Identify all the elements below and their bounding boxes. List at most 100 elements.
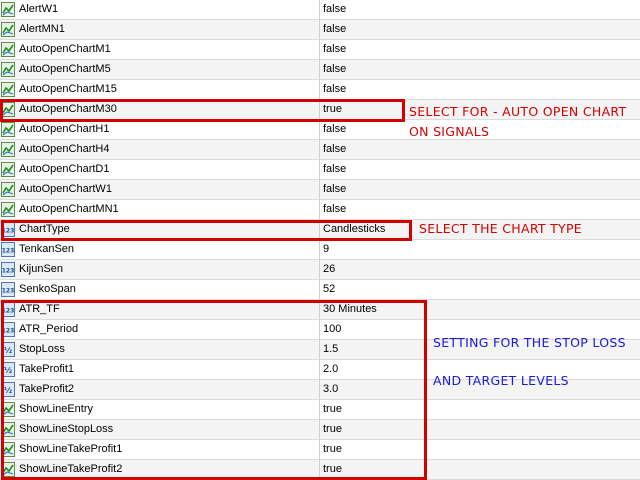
parameter-value[interactable]: 30 Minutes xyxy=(323,303,377,315)
parameter-name: AutoOpenChartW1 xyxy=(19,183,112,195)
parameter-row[interactable]: AutoOpenChartH1 false xyxy=(0,120,640,140)
parameter-value-cell[interactable]: false xyxy=(320,180,640,200)
parameter-name: TakeProfit1 xyxy=(19,363,75,375)
parameter-row[interactable]: 123 SenkoSpan 52 xyxy=(0,280,640,300)
parameter-value-cell[interactable]: false xyxy=(320,0,640,20)
integer-123-icon: 123 xyxy=(1,302,15,317)
parameter-value-cell[interactable]: false xyxy=(320,60,640,80)
parameter-row[interactable]: ShowLineEntry true xyxy=(0,400,640,420)
parameter-row[interactable]: AutoOpenChartH4 false xyxy=(0,140,640,160)
parameter-value-cell[interactable]: 9 xyxy=(320,240,640,260)
parameter-name: AlertMN1 xyxy=(19,23,65,35)
parameter-name: ShowLineStopLoss xyxy=(19,423,114,435)
bool-toggle-icon xyxy=(1,102,15,117)
parameter-name-cell: AutoOpenChartMN1 xyxy=(0,200,320,220)
parameter-value-cell[interactable]: true xyxy=(320,440,640,460)
parameter-name: AutoOpenChartM15 xyxy=(19,83,117,95)
parameter-name-cell: AlertMN1 xyxy=(0,20,320,40)
bool-toggle-icon xyxy=(1,422,15,437)
parameter-value[interactable]: 1.5 xyxy=(323,343,338,355)
parameter-row[interactable]: AutoOpenChartW1 false xyxy=(0,180,640,200)
parameter-row[interactable]: 123 KijunSen 26 xyxy=(0,260,640,280)
parameter-value[interactable]: true xyxy=(323,443,342,455)
parameter-value-cell[interactable]: false xyxy=(320,80,640,100)
parameter-name-cell: ShowLineTakeProfit2 xyxy=(0,460,320,480)
parameter-name-cell: 123 ChartType xyxy=(0,220,320,240)
parameter-name-cell: AutoOpenChartM30 xyxy=(0,100,320,120)
parameter-row[interactable]: AutoOpenChartD1 false xyxy=(0,160,640,180)
svg-text:123: 123 xyxy=(2,308,15,315)
parameter-name-cell: AutoOpenChartM1 xyxy=(0,40,320,60)
parameter-row[interactable]: 123 ATR_TF 30 Minutes xyxy=(0,300,640,320)
parameter-row[interactable]: AlertMN1 false xyxy=(0,20,640,40)
parameter-value[interactable]: 100 xyxy=(323,323,341,335)
bool-toggle-icon xyxy=(1,42,15,57)
svg-text:123: 123 xyxy=(2,288,15,295)
parameter-row[interactable]: ShowLineTakeProfit2 true xyxy=(0,460,640,480)
parameter-value-cell[interactable]: true xyxy=(320,460,640,480)
parameter-row[interactable]: AutoOpenChartMN1 false xyxy=(0,200,640,220)
parameter-name: AutoOpenChartMN1 xyxy=(19,203,119,215)
bool-toggle-icon xyxy=(1,442,15,457)
parameter-value[interactable]: false xyxy=(323,43,346,55)
parameter-value[interactable]: false xyxy=(323,183,346,195)
parameter-name: AutoOpenChartH4 xyxy=(19,143,110,155)
parameter-value-cell[interactable]: false xyxy=(320,160,640,180)
parameter-row[interactable]: AutoOpenChartM5 false xyxy=(0,60,640,80)
parameter-value-cell[interactable]: 52 xyxy=(320,280,640,300)
parameter-value-cell[interactable]: true xyxy=(320,420,640,440)
parameter-value[interactable]: Candlesticks xyxy=(323,223,385,235)
parameter-value[interactable]: false xyxy=(323,123,346,135)
parameter-value[interactable]: true xyxy=(323,103,342,115)
parameter-value[interactable]: 26 xyxy=(323,263,335,275)
parameter-value[interactable]: 3.0 xyxy=(323,383,338,395)
parameter-value-cell[interactable]: true xyxy=(320,400,640,420)
parameter-row[interactable]: AutoOpenChartM15 false xyxy=(0,80,640,100)
parameter-name: AutoOpenChartM1 xyxy=(19,43,111,55)
parameter-value[interactable]: false xyxy=(323,3,346,15)
parameter-row[interactable]: ShowLineTakeProfit1 true xyxy=(0,440,640,460)
parameter-value[interactable]: false xyxy=(323,63,346,75)
bool-toggle-icon xyxy=(1,122,15,137)
parameter-value-cell[interactable]: false xyxy=(320,140,640,160)
parameter-row[interactable]: AutoOpenChartM1 false xyxy=(0,40,640,60)
parameter-name-cell: ½ TakeProfit1 xyxy=(0,360,320,380)
parameter-value[interactable]: 9 xyxy=(323,243,329,255)
parameter-value-cell[interactable]: false xyxy=(320,40,640,60)
parameter-value[interactable]: false xyxy=(323,203,346,215)
parameter-name: ATR_TF xyxy=(19,303,60,315)
integer-123-icon: 123 xyxy=(1,262,15,277)
parameter-value-cell[interactable]: 26 xyxy=(320,260,640,280)
parameter-name: ATR_Period xyxy=(19,323,79,335)
parameter-value-cell[interactable]: false xyxy=(320,200,640,220)
parameter-name-cell: 123 ATR_Period xyxy=(0,320,320,340)
parameter-name-cell: ½ StopLoss xyxy=(0,340,320,360)
double-value-icon: ½ xyxy=(1,382,15,397)
parameter-value[interactable]: true xyxy=(323,423,342,435)
parameter-name-cell: AutoOpenChartH4 xyxy=(0,140,320,160)
annotation-chart-type: SELECT THE CHART TYPE xyxy=(419,221,583,236)
integer-123-icon: 123 xyxy=(1,242,15,257)
parameter-value[interactable]: 2.0 xyxy=(323,363,338,375)
parameter-value-cell[interactable]: 30 Minutes xyxy=(320,300,640,320)
parameter-row[interactable]: 123 TenkanSen 9 xyxy=(0,240,640,260)
parameter-value[interactable]: 52 xyxy=(323,283,335,295)
parameter-value[interactable]: false xyxy=(323,83,346,95)
svg-text:½: ½ xyxy=(4,365,12,375)
parameter-row[interactable]: ShowLineStopLoss true xyxy=(0,420,640,440)
parameter-name-cell: 123 KijunSen xyxy=(0,260,320,280)
parameter-value[interactable]: false xyxy=(323,143,346,155)
svg-text:123: 123 xyxy=(2,248,15,255)
bool-toggle-icon xyxy=(1,402,15,417)
parameter-name: ShowLineTakeProfit1 xyxy=(19,443,123,455)
parameter-row[interactable]: AlertW1 false xyxy=(0,0,640,20)
parameter-value[interactable]: true xyxy=(323,463,342,475)
integer-123-icon: 123 xyxy=(1,222,15,237)
parameter-name-cell: AutoOpenChartD1 xyxy=(0,160,320,180)
parameter-value[interactable]: true xyxy=(323,403,342,415)
parameter-name: AutoOpenChartM30 xyxy=(19,103,117,115)
parameter-value[interactable]: false xyxy=(323,23,346,35)
parameter-value[interactable]: false xyxy=(323,163,346,175)
parameter-value-cell[interactable]: false xyxy=(320,20,640,40)
integer-123-icon: 123 xyxy=(1,322,15,337)
